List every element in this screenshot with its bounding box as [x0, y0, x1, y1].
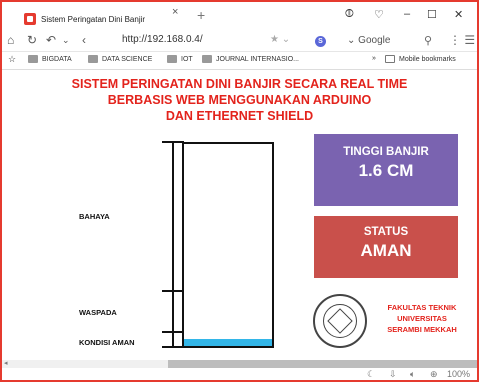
scroll-left-icon[interactable]: ◂: [4, 359, 8, 367]
search-engine-field[interactable]: ⌄ Google: [347, 35, 390, 46]
bookmark-mobile[interactable]: Mobile bookmarks: [385, 55, 456, 63]
address-bar: ⌂ ↻ ↶ ⌄ ‹ http://192.168.0.4/ ★ ⌄ S ⌄ Go…: [2, 30, 477, 52]
bookmark-label: JOURNAL INTERNASIO...: [216, 55, 299, 63]
level-label-bahaya: BAHAYA: [79, 212, 110, 221]
status-bar: ☾ ⇩ 🔈︎ ⊕ 100%: [2, 368, 477, 380]
new-tab-icon[interactable]: +: [197, 7, 205, 23]
faculty-line: UNIVERSITAS: [397, 314, 447, 323]
bookmark-bigdata[interactable]: BIGDATA: [28, 55, 72, 63]
bookmark-data-science[interactable]: DATA SCIENCE: [88, 55, 152, 63]
scale-tick-waspada: [162, 290, 184, 292]
star-icon[interactable]: ☆: [8, 54, 16, 65]
scale-tick-top: [162, 141, 184, 143]
shield-icon[interactable]: ♡: [374, 8, 384, 21]
reader-icon[interactable]: ⦷: [345, 8, 354, 21]
tab-title: Sistem Peringatan Dini Banjir: [41, 14, 146, 24]
title-line: BERBASIS WEB MENGGUNAKAN ARDUINO: [107, 93, 372, 107]
maximize-icon[interactable]: ☐: [427, 8, 437, 21]
level-label-waspada: WASPADA: [79, 308, 117, 317]
water-gauge: [182, 142, 274, 348]
favicon-icon: [24, 13, 36, 25]
page-content: SISTEM PERINGATAN DINI BANJIR SECARA REA…: [2, 70, 477, 360]
reload-icon[interactable]: ↻: [27, 33, 37, 47]
back-icon[interactable]: ‹: [82, 33, 86, 47]
bookmark-iot[interactable]: IOT: [167, 55, 193, 63]
title-line: SISTEM PERINGATAN DINI BANJIR SECARA REA…: [71, 77, 408, 91]
bookmarks-bar: ☆ BIGDATA DATA SCIENCE IOT JOURNAL INTER…: [2, 52, 477, 70]
url-field[interactable]: http://192.168.0.4/: [122, 34, 203, 45]
faculty-line: SERAMBI MEKKAH: [387, 325, 457, 334]
horizontal-scrollbar[interactable]: ◂: [2, 360, 477, 368]
dropdown-icon: ⌄: [347, 35, 359, 46]
chevron-down-icon[interactable]: ⌄: [62, 35, 70, 46]
bookmark-journal[interactable]: JOURNAL INTERNASIO...: [202, 55, 299, 63]
bookmark-label: BIGDATA: [42, 55, 72, 63]
scale-tick-aman: [162, 331, 184, 333]
search-icon[interactable]: ⚲: [424, 34, 432, 47]
zoom-icon[interactable]: ⊕: [430, 369, 438, 380]
folder-icon: [88, 55, 98, 63]
minimize-icon[interactable]: –: [404, 8, 410, 20]
mobile-folder-icon: [385, 55, 395, 63]
night-mode-icon[interactable]: ☾: [367, 369, 375, 380]
status-label: STATUS: [363, 226, 409, 238]
browser-tab[interactable]: Sistem Peringatan Dini Banjir: [24, 8, 184, 30]
scrollbar-thumb[interactable]: [168, 360, 477, 368]
status-value: AMAN: [360, 241, 412, 260]
zoom-level: 100%: [447, 369, 471, 379]
home-icon[interactable]: ⌂: [7, 33, 14, 47]
faculty-name: FAKULTAS TEKNIK UNIVERSITAS SERAMBI MEKK…: [370, 302, 474, 335]
status-card: STATUS AMAN: [314, 216, 458, 278]
water-height-value: 1.6 CM: [358, 161, 414, 180]
close-window-icon[interactable]: ✕: [454, 8, 463, 21]
title-line: DAN ETHERNET SHIELD: [165, 109, 314, 123]
menu-icon[interactable]: ⋮ ☰: [449, 33, 475, 47]
water-height-card: TINGGI BANJIR 1.6 CM: [314, 134, 458, 206]
water-height-label: TINGGI BANJIR: [343, 146, 429, 158]
search-engine-icon[interactable]: S: [315, 36, 326, 47]
bookmarks-more[interactable]: »: [372, 55, 376, 62]
scale-tick-bottom: [162, 346, 184, 348]
bookmark-label: DATA SCIENCE: [102, 55, 153, 63]
bookmark-label: IOT: [181, 55, 193, 63]
search-engine-label: Google: [358, 35, 391, 46]
browser-window: Sistem Peringatan Dini Banjir × + ⦷ ♡ – …: [0, 0, 479, 382]
level-label-kondisi-aman: KONDISI AMAN: [79, 338, 135, 347]
tab-bar: Sistem Peringatan Dini Banjir × + ⦷ ♡ – …: [2, 2, 477, 30]
level-scale: [172, 142, 174, 348]
university-logo: [313, 294, 367, 348]
folder-icon: [167, 55, 177, 63]
page-title: SISTEM PERINGATAN DINI BANJIR SECARA REA…: [2, 76, 477, 124]
sound-icon[interactable]: 🔈︎: [410, 369, 415, 380]
folder-icon: [28, 55, 38, 63]
folder-icon: [202, 55, 212, 63]
tab-close-icon[interactable]: ×: [172, 6, 178, 18]
bookmark-star-icon[interactable]: ★ ⌄: [270, 34, 290, 45]
undo-icon[interactable]: ↶: [46, 33, 56, 47]
bookmark-label: Mobile bookmarks: [399, 55, 456, 63]
faculty-line: FAKULTAS TEKNIK: [387, 303, 457, 312]
water-level-fill: [184, 338, 272, 346]
download-icon[interactable]: ⇩: [389, 369, 397, 380]
